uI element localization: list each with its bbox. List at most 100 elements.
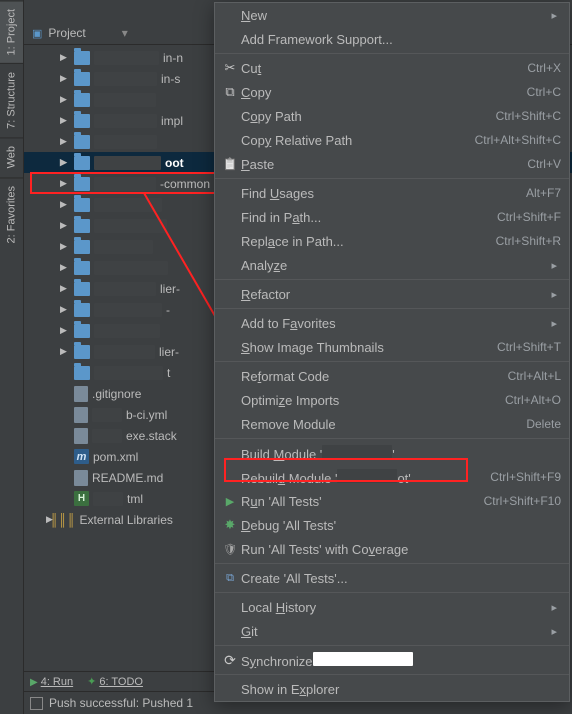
folder-icon: [74, 345, 90, 359]
redacted-text: [94, 198, 162, 212]
menu-item[interactable]: Run 'All Tests'Ctrl+Shift+F10: [215, 489, 569, 513]
menu-label: Run 'All Tests' with Coverage: [241, 542, 561, 557]
menu-label: Find in Path...: [241, 210, 497, 225]
menu-separator: [215, 592, 569, 593]
menu-item[interactable]: Copy Relative PathCtrl+Alt+Shift+C: [215, 128, 569, 152]
sidebar-tab-web[interactable]: Web: [0, 137, 23, 176]
menu-item[interactable]: Create 'All Tests'...: [215, 566, 569, 590]
folder-icon: [74, 261, 90, 275]
redacted-text: [94, 72, 157, 86]
menu-separator: [215, 279, 569, 280]
menu-item[interactable]: Git▸: [215, 619, 569, 643]
file-icon: [74, 428, 88, 444]
menu-item[interactable]: Add Framework Support...: [215, 27, 569, 51]
menu-label: Run 'All Tests': [241, 494, 484, 509]
menu-item[interactable]: Optimize ImportsCtrl+Alt+O: [215, 388, 569, 412]
menu-label: Copy Path: [241, 109, 496, 124]
menu-separator: [215, 53, 569, 54]
menu-shortcut: Alt+F7: [526, 186, 561, 200]
menu-item[interactable]: Analyze▸: [215, 253, 569, 277]
menu-item[interactable]: PasteCtrl+V: [215, 152, 569, 176]
menu-shortcut: Ctrl+Shift+T: [497, 340, 561, 354]
menu-shortcut: Ctrl+Alt+Shift+C: [475, 133, 561, 147]
expand-arrow-icon: ▶: [60, 178, 70, 189]
scissor-icon: [219, 60, 241, 76]
context-menu[interactable]: New▸Add Framework Support...CutCtrl+XCop…: [214, 2, 570, 702]
menu-item[interactable]: Build Module '': [215, 441, 569, 465]
menu-item[interactable]: Show Image ThumbnailsCtrl+Shift+T: [215, 335, 569, 359]
menu-label: Replace in Path...: [241, 234, 496, 249]
menu-item[interactable]: Copy PathCtrl+Shift+C: [215, 104, 569, 128]
menu-item[interactable]: Rebuild Module 'ot'Ctrl+Shift+F9: [215, 465, 569, 489]
menu-item[interactable]: Debug 'All Tests': [215, 513, 569, 537]
folder-icon: [74, 198, 90, 212]
expand-arrow-icon: ▶: [60, 220, 70, 231]
sidebar-tab-project[interactable]: 1: Project: [0, 0, 23, 63]
menu-item[interactable]: CopyCtrl+C: [215, 80, 569, 104]
tree-label: impl: [161, 114, 183, 128]
folder-icon: [74, 156, 90, 170]
tree-label: .gitignore: [92, 387, 141, 401]
redacted-text: [94, 93, 156, 107]
tree-label: in-n: [163, 51, 183, 65]
menu-item[interactable]: Run 'All Tests' with Coverage: [215, 537, 569, 561]
menu-item[interactable]: Find in Path...Ctrl+Shift+F: [215, 205, 569, 229]
status-text: Push successful: Pushed 1: [49, 696, 193, 710]
maven-icon: m: [74, 449, 89, 464]
menu-shortcut: Ctrl+Shift+R: [496, 234, 561, 248]
submenu-arrow-icon: ▸: [551, 317, 561, 330]
menu-label: Add to Favorites: [241, 316, 551, 331]
menu-item[interactable]: Remove ModuleDelete: [215, 412, 569, 436]
menu-item[interactable]: Synchronize: [215, 648, 569, 672]
file-icon: [74, 407, 88, 423]
menu-shortcut: Ctrl+C: [527, 85, 561, 99]
menu-separator: [215, 674, 569, 675]
redacted-text: [94, 345, 155, 359]
redacted-text: [93, 492, 123, 506]
menu-shortcut: Ctrl+Shift+F9: [490, 470, 561, 484]
menu-item[interactable]: Reformat CodeCtrl+Alt+L: [215, 364, 569, 388]
folder-icon: [74, 324, 90, 338]
menu-label: Synchronize: [241, 652, 561, 669]
redacted-text: [92, 408, 122, 422]
expand-arrow-icon: ▶: [60, 199, 70, 210]
expand-arrow-icon: ▶: [60, 325, 70, 336]
menu-label: Build Module '': [241, 445, 561, 462]
redacted-text: [94, 114, 157, 128]
menu-label: Add Framework Support...: [241, 32, 561, 47]
menu-item[interactable]: Refactor▸: [215, 282, 569, 306]
folder-icon: [74, 135, 90, 149]
left-tool-rail: 1: Project 7: Structure Web 2: Favorites: [0, 0, 24, 714]
menu-item[interactable]: Replace in Path...Ctrl+Shift+R: [215, 229, 569, 253]
folder-icon: [74, 240, 90, 254]
run-tool-button[interactable]: ▶4: Run: [30, 676, 73, 688]
tree-label: -common: [160, 177, 210, 191]
menu-item[interactable]: Find UsagesAlt+F7: [215, 181, 569, 205]
tree-label: oot: [165, 156, 184, 170]
menu-item[interactable]: CutCtrl+X: [215, 56, 569, 80]
copy-icon: [219, 84, 241, 100]
bottom-toolbar: ▶4: Run ✦6: TODO: [24, 671, 238, 691]
menu-label: New: [241, 8, 551, 23]
tree-label: pom.xml: [93, 450, 138, 464]
tree-label: b-ci.yml: [126, 408, 167, 422]
menu-label: Paste: [241, 157, 527, 172]
sidebar-tab-favorites[interactable]: 2: Favorites: [0, 177, 23, 251]
library-icon: ║║║: [50, 513, 76, 527]
menu-item[interactable]: Add to Favorites▸: [215, 311, 569, 335]
file-icon: [74, 386, 88, 402]
menu-item[interactable]: New▸: [215, 3, 569, 27]
todo-tool-button[interactable]: ✦6: TODO: [87, 675, 143, 688]
menu-item[interactable]: Show in Explorer: [215, 677, 569, 701]
chevron-down-icon: ▾: [122, 26, 128, 40]
menu-shortcut: Ctrl+Shift+F: [497, 210, 561, 224]
menu-separator: [215, 361, 569, 362]
menu-item[interactable]: Local History▸: [215, 595, 569, 619]
redacted-text: [94, 51, 159, 65]
folder-icon: [74, 219, 90, 233]
sidebar-tab-structure[interactable]: 7: Structure: [0, 63, 23, 137]
submenu-arrow-icon: ▸: [551, 625, 561, 638]
redacted-text: [94, 303, 162, 317]
menu-shortcut: Ctrl+Shift+F10: [484, 494, 561, 508]
menu-label: Find Usages: [241, 186, 526, 201]
